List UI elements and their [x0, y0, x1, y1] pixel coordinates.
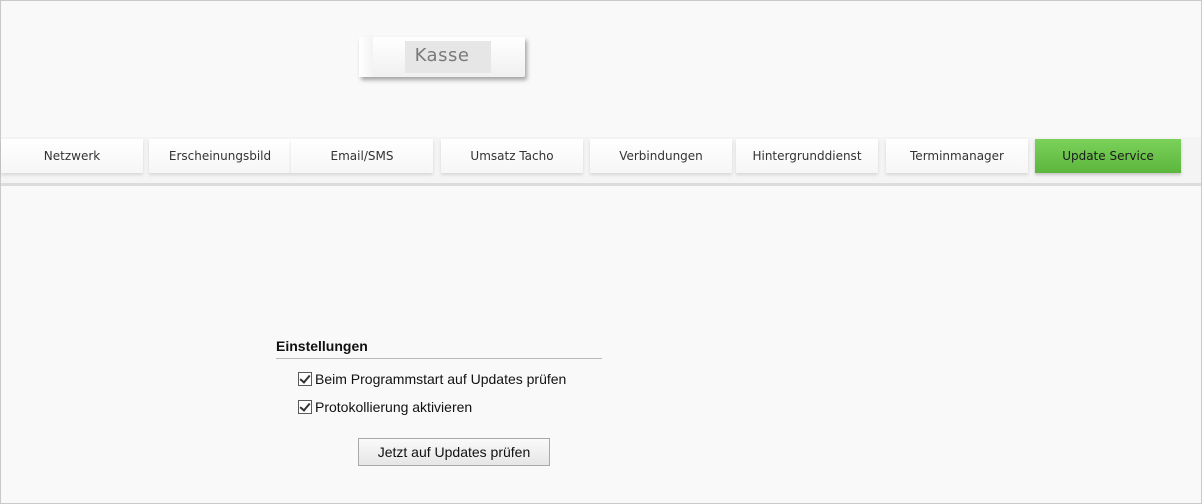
settings-section: Einstellungen — [276, 338, 602, 359]
tab-netzwerk[interactable]: Netzwerk — [1, 139, 143, 173]
check-on-startup-checkbox[interactable] — [298, 372, 312, 386]
check-on-startup-label: Beim Programmstart auf Updates prüfen — [315, 371, 567, 387]
logo-text: Kasse — [414, 45, 470, 66]
tab-verbindungen[interactable]: Verbindungen — [590, 139, 732, 173]
tab-label: Hintergrunddienst — [752, 149, 862, 163]
tab-label: Email/SMS — [330, 149, 394, 163]
tab-hintergrunddienst[interactable]: Hintergrunddienst — [736, 139, 878, 173]
logging-checkbox[interactable] — [298, 400, 312, 414]
tab-umsatz-tacho[interactable]: Umsatz Tacho — [441, 139, 583, 173]
tab-label: Verbindungen — [619, 149, 703, 163]
tab-terminmanager[interactable]: Terminmanager — [886, 139, 1028, 173]
logo: Kasse — [359, 37, 525, 77]
logging-label: Protokollierung aktivieren — [315, 399, 473, 415]
tab-label: Umsatz Tacho — [470, 149, 554, 163]
header: Kasse — [1, 1, 1201, 137]
check-updates-label: Jetzt auf Updates prüfen — [377, 444, 531, 460]
logging-option[interactable]: Protokollierung aktivieren — [298, 398, 472, 416]
tab-erscheinungsbild[interactable]: Erscheinungsbild — [149, 139, 291, 173]
section-title: Einstellungen — [276, 338, 602, 359]
tab-label: Netzwerk — [43, 149, 101, 163]
tab-update-service[interactable]: Update Service — [1035, 139, 1181, 173]
tab-label: Update Service — [1062, 149, 1154, 163]
check-on-startup-option[interactable]: Beim Programmstart auf Updates prüfen — [298, 370, 566, 388]
tab-label: Terminmanager — [910, 149, 1004, 163]
tab-email-sms[interactable]: Email/SMS — [291, 139, 433, 173]
tab-label: Erscheinungsbild — [168, 149, 272, 163]
tab-bar: Netzwerk Erscheinungsbild Email/SMS Umsa… — [1, 137, 1201, 183]
check-updates-button[interactable]: Jetzt auf Updates prüfen — [358, 438, 550, 466]
